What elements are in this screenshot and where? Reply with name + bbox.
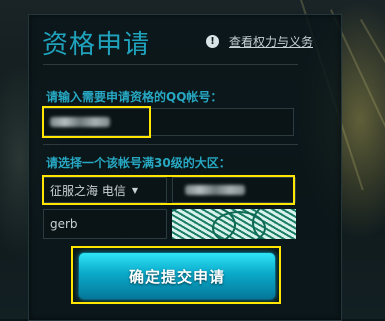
page-title: 资格申请 bbox=[42, 30, 151, 60]
qq-input-highlight bbox=[42, 106, 151, 138]
info-icon: ! bbox=[206, 35, 219, 48]
region-label: 请选择一个该帐号满30级的大区： bbox=[46, 156, 231, 170]
divider bbox=[43, 64, 298, 65]
captcha-input[interactable]: gerb bbox=[43, 209, 167, 239]
terms-link-label[interactable]: 查看权力与义务 bbox=[229, 33, 313, 50]
submit-button-highlight bbox=[71, 246, 281, 304]
qq-account-label: 请输入需要申请资格的QQ帐号： bbox=[46, 90, 223, 104]
terms-link[interactable]: ! 查看权力与义务 bbox=[206, 33, 313, 50]
divider bbox=[43, 144, 298, 145]
region-select-highlight bbox=[42, 175, 295, 205]
captcha-input-value: gerb bbox=[50, 217, 78, 231]
captcha-image[interactable] bbox=[172, 209, 296, 239]
